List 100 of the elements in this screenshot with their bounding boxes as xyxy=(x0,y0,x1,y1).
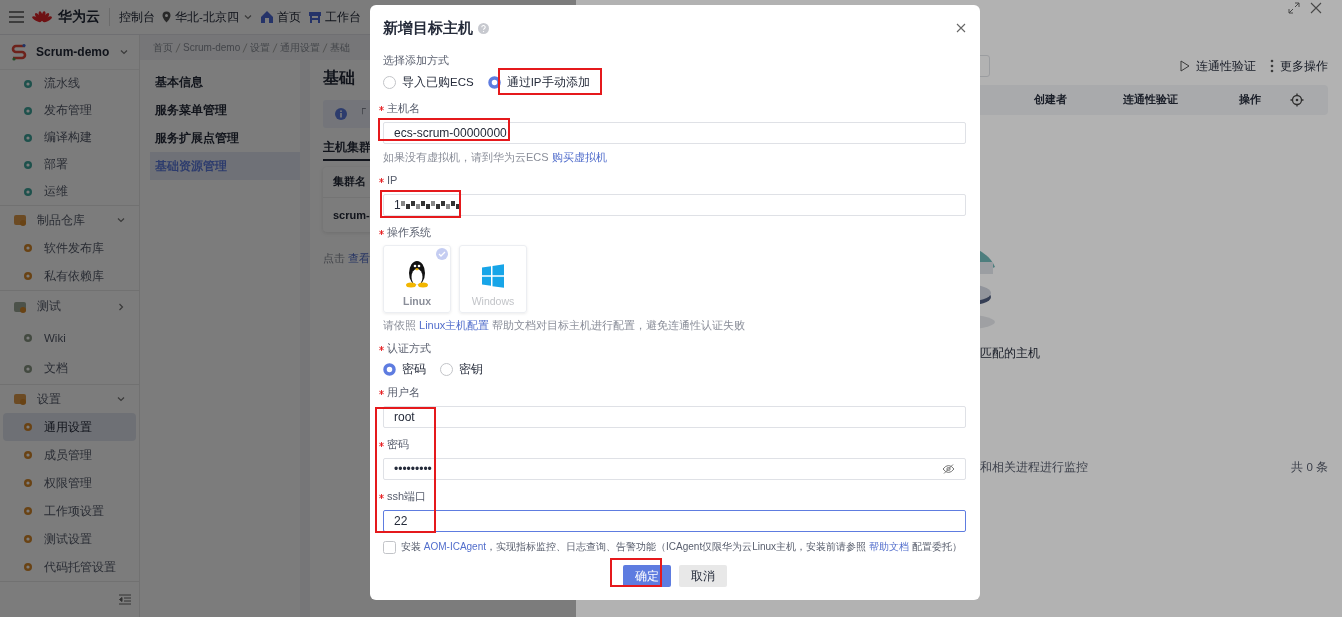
dialog-title: 新增目标主机 xyxy=(383,18,473,38)
radio-button[interactable] xyxy=(440,362,453,376)
nav-item[interactable]: 运维 xyxy=(3,178,136,205)
radio-label[interactable]: 密钥 xyxy=(459,361,483,377)
expand-icon[interactable] xyxy=(1288,2,1300,14)
column-header: 创建者 xyxy=(1032,93,1068,107)
dot-icon xyxy=(22,331,34,344)
chevron-icon[interactable] xyxy=(119,47,129,57)
nav-item[interactable]: 软件发布库 xyxy=(3,234,136,262)
input-field[interactable]: 22 xyxy=(383,510,966,532)
input-field[interactable]: 1 xyxy=(383,194,966,216)
check-icon xyxy=(436,248,448,260)
dot-icon xyxy=(22,158,34,171)
cancel-button[interactable]: 取消 xyxy=(678,565,727,587)
footer-text: 和相关进程进行监控 xyxy=(980,460,1088,475)
link[interactable]: AOM-ICAgent xyxy=(423,541,487,552)
field-label: 密码 xyxy=(387,436,409,452)
dot-icon xyxy=(22,131,34,144)
eye-off-icon[interactable] xyxy=(942,464,955,474)
dot-icon xyxy=(22,270,34,282)
slash-separator xyxy=(242,42,249,53)
nav-group[interactable]: 制品仓库 xyxy=(3,206,136,234)
input-field[interactable]: root xyxy=(383,406,966,428)
dot-icon xyxy=(22,77,34,90)
page-title: 基础 xyxy=(323,70,355,86)
slash-separator xyxy=(272,42,279,53)
nav-item[interactable]: 测试设置 xyxy=(3,525,136,553)
radio-button[interactable] xyxy=(487,75,501,89)
region-selector[interactable]: 华北-北京四 xyxy=(162,9,253,25)
link[interactable]: 帮助文档 xyxy=(868,541,909,552)
menu-icon[interactable] xyxy=(9,11,24,23)
table-cell: scrum- xyxy=(333,209,370,221)
input-field[interactable]: ecs-scrum-00000000 xyxy=(383,122,966,144)
chevron-icon[interactable] xyxy=(116,301,126,312)
kebab-icon xyxy=(1270,59,1274,73)
nav-item[interactable]: 编译构建 xyxy=(3,124,136,151)
nav-group[interactable]: 设置 xyxy=(3,385,136,413)
help-icon[interactable] xyxy=(478,22,489,34)
collapse-icon[interactable] xyxy=(119,594,131,605)
subnav-item[interactable]: 服务菜单管理 xyxy=(150,96,300,124)
checkbox[interactable] xyxy=(383,540,396,554)
help-text: 请依照 Linux主机配置 帮助文档对目标主机进行配置，避免连通性认证失败 xyxy=(383,318,747,332)
verify-button[interactable]: 连通性验证 xyxy=(1180,57,1256,75)
radio-label[interactable]: 密码 xyxy=(402,361,426,377)
module-icon xyxy=(13,299,27,314)
field-label: 选择添加方式 xyxy=(383,52,449,68)
close-icon[interactable] xyxy=(956,23,966,33)
subnav-item[interactable]: 基本信息 xyxy=(150,68,300,96)
nav-item[interactable]: 部署 xyxy=(3,151,136,178)
nav-item[interactable]: Wiki xyxy=(3,322,136,353)
nav-item[interactable]: 代码托管设置 xyxy=(3,553,136,581)
radio-label[interactable]: 通过IP手动添加 xyxy=(506,74,590,90)
column-header: 操作 xyxy=(1238,93,1262,107)
nav-item[interactable]: 文档 xyxy=(3,353,136,384)
mosaic-drawing xyxy=(400,201,461,209)
nav-item[interactable]: 流水线 xyxy=(3,70,136,97)
banner-text: 「 xyxy=(355,105,367,123)
field-label: 用户名 xyxy=(387,384,420,400)
chevron-icon[interactable] xyxy=(116,394,126,404)
dot-icon xyxy=(22,561,34,573)
radio-button[interactable] xyxy=(383,362,396,376)
field-label: ssh端口 xyxy=(387,488,427,504)
subnav-item[interactable]: 服务扩展点管理 xyxy=(150,124,300,152)
nav-group[interactable]: 测试 xyxy=(3,291,136,322)
nav-item[interactable]: 私有依赖库 xyxy=(3,262,136,290)
link[interactable]: Linux主机配置 xyxy=(419,319,490,331)
nav-link[interactable]: 工作台 xyxy=(307,9,361,25)
more-actions-button[interactable]: 更多操作 xyxy=(1270,57,1328,75)
info-icon xyxy=(335,108,347,120)
project-name[interactable]: Scrum-demo xyxy=(36,45,111,59)
os-tile[interactable]: Linux xyxy=(383,245,451,313)
console-link[interactable]: 控制台 xyxy=(119,9,155,25)
subnav-item[interactable]: 基础资源管理 xyxy=(150,152,300,180)
window-panes-icon xyxy=(481,264,505,288)
chevron-icon[interactable] xyxy=(116,215,126,225)
play-icon xyxy=(1180,60,1190,72)
radio-label[interactable]: 导入已购ECS xyxy=(402,74,474,90)
dot-icon xyxy=(22,104,34,117)
nav-item[interactable]: 通用设置 xyxy=(3,413,136,441)
dot-icon xyxy=(22,505,34,517)
settings-icon[interactable] xyxy=(1290,93,1304,107)
nav-item[interactable]: 工作项设置 xyxy=(3,497,136,525)
penguin-icon xyxy=(405,258,429,288)
pin-icon xyxy=(162,11,171,23)
chevron-icon[interactable] xyxy=(242,12,253,22)
nav-item[interactable]: 发布管理 xyxy=(3,97,136,124)
field-label: 认证方式 xyxy=(387,340,431,356)
slash-separator xyxy=(322,42,329,53)
radio-button[interactable] xyxy=(383,75,396,89)
field-label: 操作系统 xyxy=(387,224,431,240)
password-field[interactable]: ••••••••• xyxy=(383,458,966,480)
link[interactable]: 购买虚拟机 xyxy=(551,151,607,163)
close-icon[interactable] xyxy=(1310,2,1322,14)
link[interactable]: 查看 xyxy=(348,252,370,266)
dot-icon xyxy=(22,242,34,254)
dot-icon xyxy=(22,185,34,198)
nav-item[interactable]: 成员管理 xyxy=(3,441,136,469)
nav-item[interactable]: 权限管理 xyxy=(3,469,136,497)
nav-link[interactable]: 首页 xyxy=(259,9,301,25)
field-label: IP xyxy=(387,174,398,186)
